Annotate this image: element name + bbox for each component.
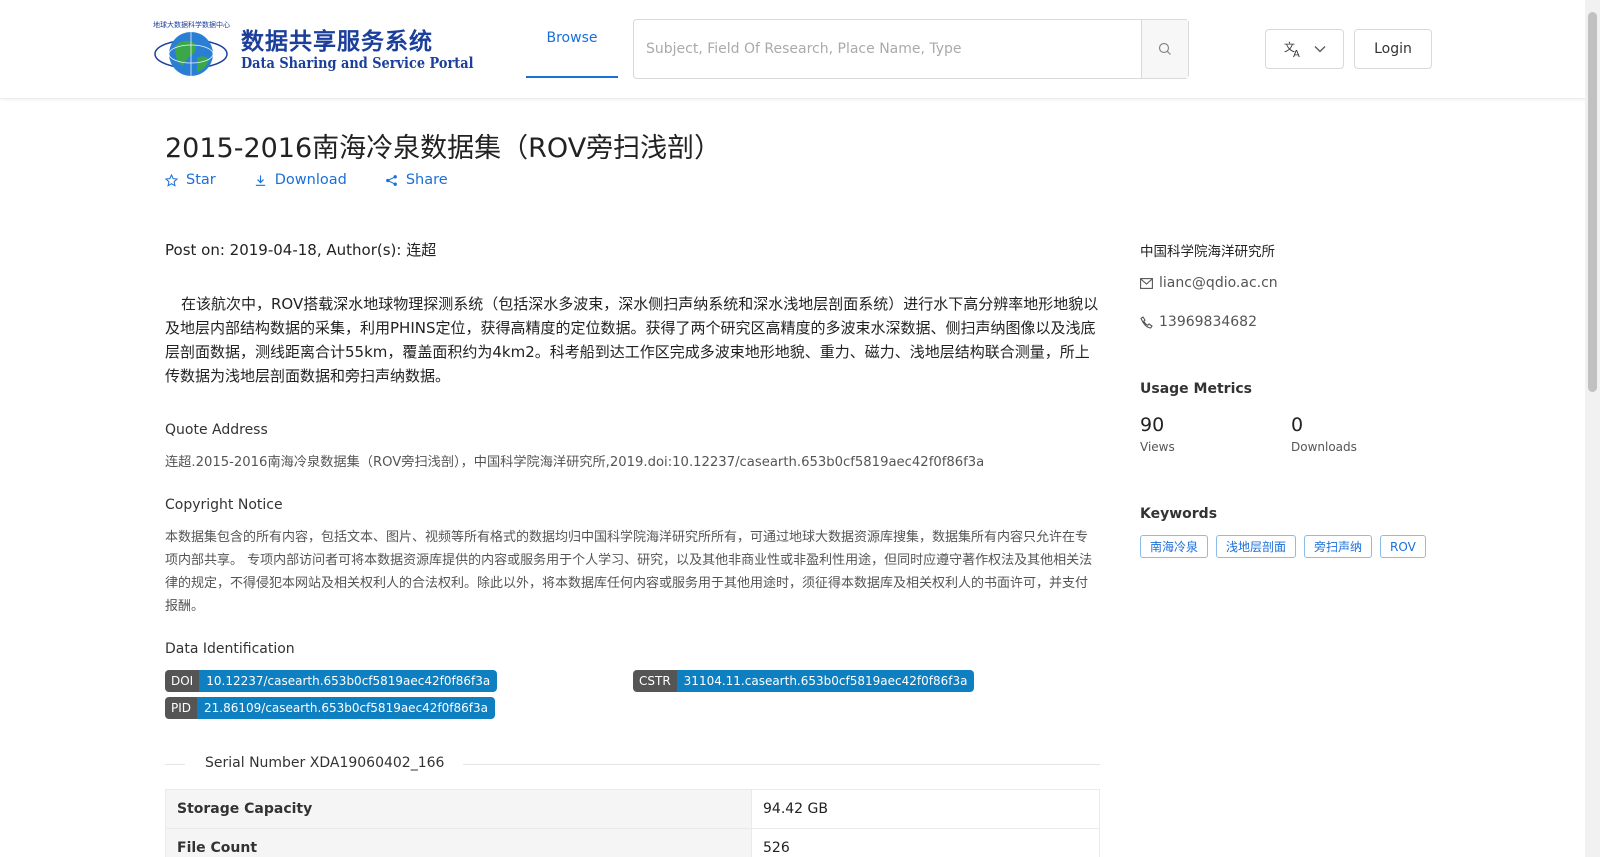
globe-logo-icon xyxy=(154,32,228,76)
scrollbar-thumb[interactable] xyxy=(1588,12,1597,392)
mail-icon xyxy=(1140,277,1153,289)
divider-line-left xyxy=(165,764,185,765)
search-input[interactable] xyxy=(634,20,1141,78)
cstr-badge[interactable]: CSTR 31104.11.casearth.653b0cf5819aec42f… xyxy=(633,670,975,692)
views-count: 90 xyxy=(1140,414,1165,436)
views-metric: 90 Views xyxy=(1140,414,1175,454)
serial-number: Serial Number XDA19060402_166 xyxy=(205,755,445,771)
search-icon xyxy=(1158,42,1171,55)
copyright-heading: Copyright Notice xyxy=(165,497,283,513)
organization-name: 中国科学院海洋研究所 xyxy=(1140,244,1275,260)
doi-badge-value: 10.12237/casearth.653b0cf5819aec42f0f86f… xyxy=(199,670,498,692)
copyright-text: 本数据集包含的所有内容，包括文本、图片、视频等所有格式的数据均归中国科学院海洋研… xyxy=(165,530,1093,614)
keyword-tag[interactable]: ROV xyxy=(1380,535,1426,558)
phone-icon xyxy=(1140,315,1153,329)
download-button[interactable]: Download xyxy=(254,172,347,188)
info-key: File Count xyxy=(165,828,752,857)
divider-line-right xyxy=(463,764,1100,765)
share-icon xyxy=(385,174,397,186)
dataset-info-table: Storage Capacity 94.42 GB File Count 526 xyxy=(165,789,1100,857)
downloads-count: 0 xyxy=(1291,414,1304,436)
share-label: Share xyxy=(405,172,448,188)
star-label: Star xyxy=(186,172,216,188)
star-button[interactable]: Star xyxy=(165,172,216,188)
login-button[interactable]: Login xyxy=(1354,29,1432,69)
site-logo[interactable]: 地球大数据科学数据中心 数据共享服务系统 Data Sharing and Se… xyxy=(153,20,473,80)
logo-title-cn: 数据共享服务系统 xyxy=(241,29,433,55)
cstr-badge-value: 31104.11.casearth.653b0cf5819aec42f0f86f… xyxy=(676,670,975,692)
logo-title-en: Data Sharing and Service Portal xyxy=(241,54,474,72)
search-bar xyxy=(633,19,1189,79)
quote-heading: Quote Address xyxy=(165,422,268,438)
keywords-heading: Keywords xyxy=(1140,506,1218,522)
svg-text:A: A xyxy=(1293,49,1300,58)
chevron-down-icon xyxy=(1314,46,1325,53)
language-selector[interactable]: 文 A xyxy=(1265,29,1344,69)
keyword-tag[interactable]: 南海冷泉 xyxy=(1140,535,1209,558)
share-button[interactable]: Share xyxy=(385,172,448,188)
info-key: Storage Capacity xyxy=(165,789,752,829)
table-row: Storage Capacity 94.42 GB xyxy=(165,789,1100,829)
download-label: Download xyxy=(274,172,347,188)
usage-metrics-heading: Usage Metrics xyxy=(1140,381,1252,397)
dataset-actions: Star Download Share xyxy=(165,172,448,188)
keyword-tag[interactable]: 浅地层剖面 xyxy=(1216,535,1297,558)
top-header: 地球大数据科学数据中心 数据共享服务系统 Data Sharing and Se… xyxy=(0,0,1585,99)
phone-text: 13969834682 xyxy=(1159,314,1257,330)
doi-badge-key: DOI xyxy=(165,670,200,692)
info-value: 94.42 GB xyxy=(751,789,1100,829)
dataset-description: 在该航次中，ROV搭载深水地球物理探测系统（包括深水多波束，深水侧扫声纳系统和深… xyxy=(165,295,1099,385)
identification-heading: Data Identification xyxy=(165,641,295,657)
quote-address-text: 连超.2015-2016南海冷泉数据集（ROV旁扫浅剖），中国科学院海洋研究所,… xyxy=(165,455,985,470)
email-text: lianc@qdio.ac.cn xyxy=(1159,275,1278,291)
table-row: File Count 526 xyxy=(165,828,1100,857)
doi-badge[interactable]: DOI 10.12237/casearth.653b0cf5819aec42f0… xyxy=(165,670,498,692)
dataset-title: 2015-2016南海冷泉数据集（ROV旁扫浅剖） xyxy=(165,133,722,164)
translate-icon: 文 A xyxy=(1284,40,1300,58)
keyword-list: 南海冷泉 浅地层剖面 旁扫声纳 ROV xyxy=(1140,535,1426,558)
keyword-tag[interactable]: 旁扫声纳 xyxy=(1304,535,1373,558)
logo-small-text: 地球大数据科学数据中心 xyxy=(153,21,230,29)
post-date-author: Post on: 2019-04-18, Author(s): 连超 xyxy=(165,241,437,259)
contact-phone: 13969834682 xyxy=(1140,314,1257,330)
search-button[interactable] xyxy=(1141,20,1188,78)
download-icon xyxy=(255,174,265,186)
downloads-metric: 0 Downloads xyxy=(1291,414,1357,454)
downloads-label: Downloads xyxy=(1291,440,1357,454)
nav-browse-tab[interactable]: Browse xyxy=(526,0,618,78)
serial-number-divider: Serial Number XDA19060402_166 xyxy=(165,755,1100,775)
views-label: Views xyxy=(1140,440,1175,454)
cstr-badge-key: CSTR xyxy=(633,670,677,692)
contact-email[interactable]: lianc@qdio.ac.cn xyxy=(1140,275,1278,291)
page-scrollbar[interactable] xyxy=(1585,0,1600,857)
info-value: 526 xyxy=(751,828,1100,857)
pid-badge[interactable]: PID 21.86109/casearth.653b0cf5819aec42f0… xyxy=(165,697,496,719)
pid-badge-value: 21.86109/casearth.653b0cf5819aec42f0f86f… xyxy=(197,697,496,719)
star-icon xyxy=(165,173,178,187)
pid-badge-key: PID xyxy=(165,697,198,719)
